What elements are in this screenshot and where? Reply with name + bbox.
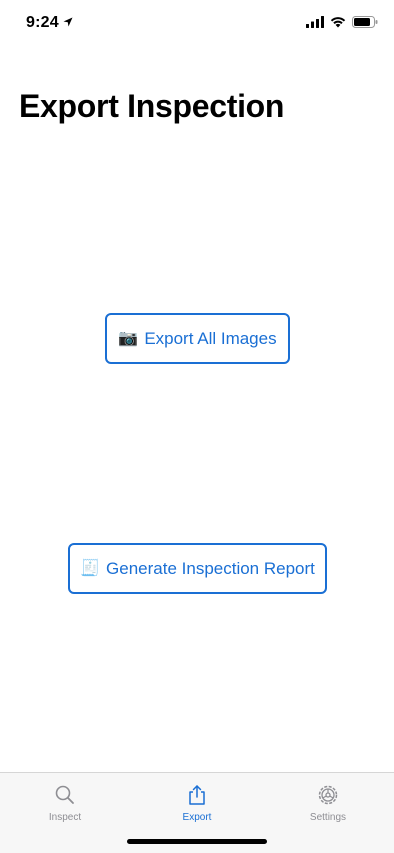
page-title: Export Inspection — [19, 88, 285, 124]
tab-settings[interactable]: Settings — [278, 781, 378, 825]
generate-inspection-report-label: Generate Inspection Report — [106, 558, 315, 578]
receipt-icon: 🧾 — [80, 559, 101, 577]
tab-export[interactable]: Export — [147, 781, 247, 825]
gear-icon — [318, 785, 338, 805]
tab-inspect[interactable]: Inspect — [15, 781, 115, 825]
generate-inspection-report-button[interactable]: 🧾 Generate Inspection Report — [68, 543, 327, 594]
tab-settings-label: Settings — [309, 812, 347, 823]
tab-inspect-label: Inspect — [48, 812, 82, 823]
status-bar: 9:24 — [0, 0, 394, 46]
status-time: 9:24 — [26, 14, 59, 31]
home-indicator — [127, 839, 267, 844]
cellular-signal-icon — [306, 16, 324, 28]
share-icon — [189, 785, 205, 805]
export-all-images-button[interactable]: 📷 Export All Images — [105, 313, 290, 364]
wifi-icon — [330, 17, 346, 28]
location-arrow-icon — [63, 17, 73, 27]
tab-export-label: Export — [182, 812, 212, 823]
camera-icon: 📷 — [118, 329, 139, 347]
battery-icon — [352, 16, 378, 28]
export-all-images-label: Export All Images — [144, 328, 277, 348]
status-indicators — [306, 16, 378, 28]
search-icon — [55, 785, 74, 804]
